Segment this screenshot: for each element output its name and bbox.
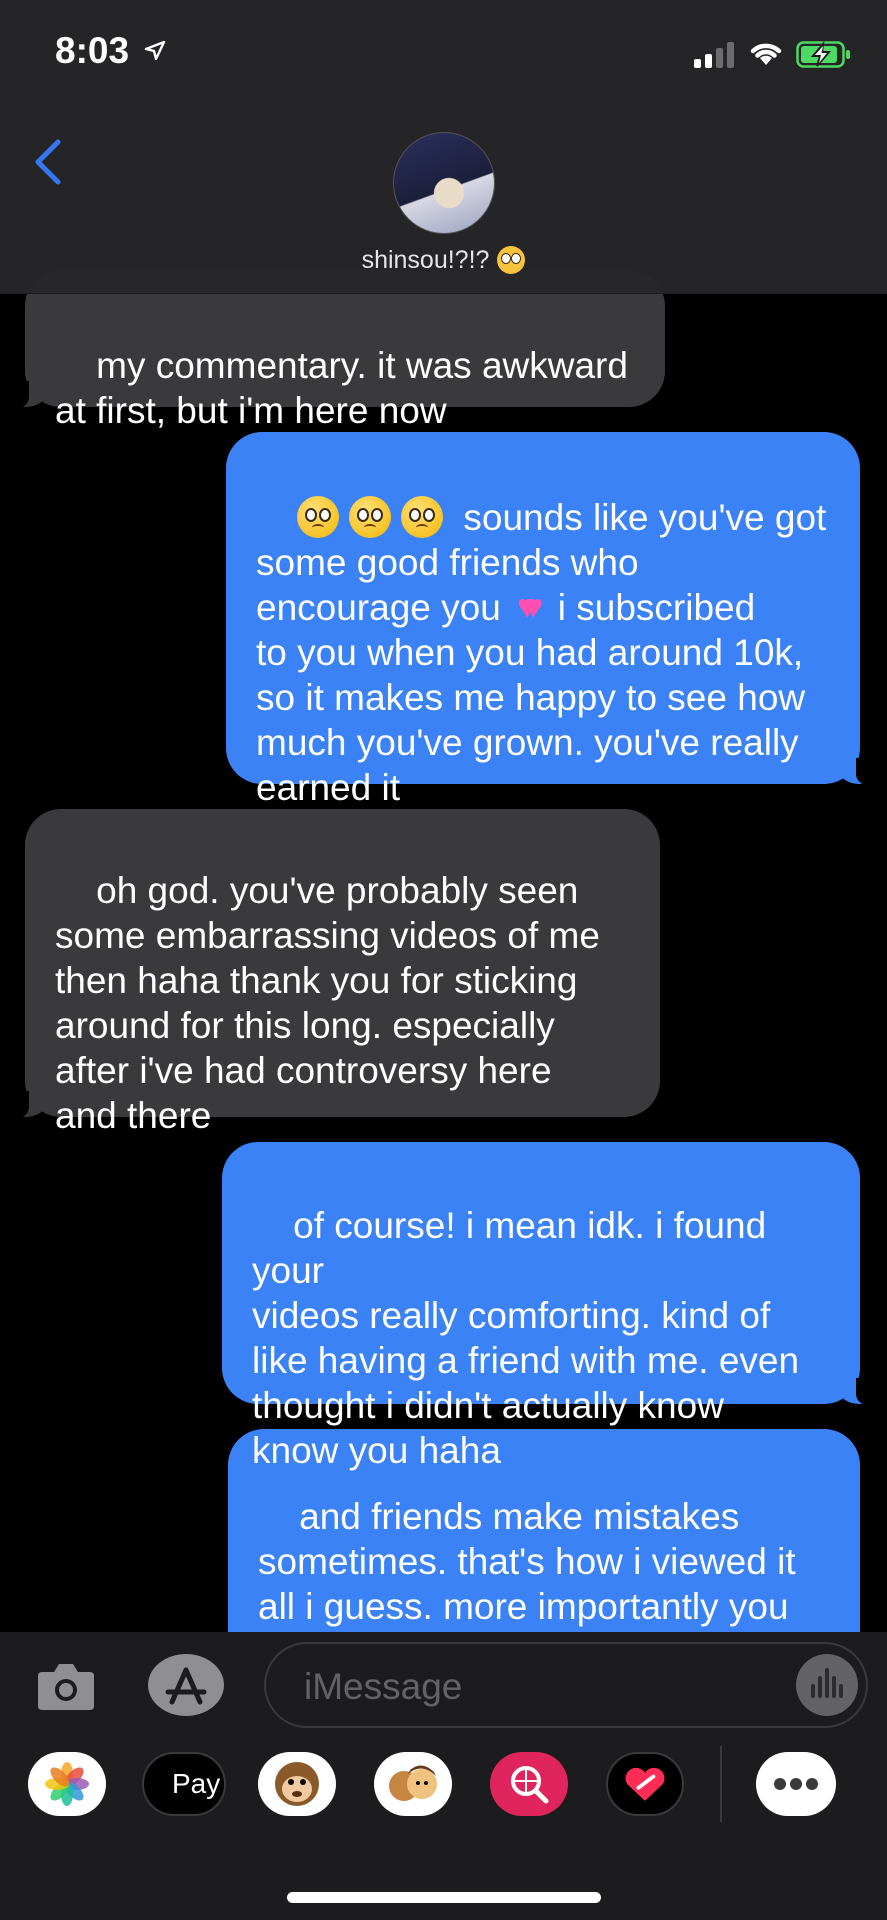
back-chevron-icon[interactable] [30,138,66,186]
app-drawer: Pay [0,1746,887,1848]
app-store-icon[interactable] [148,1654,224,1716]
message-text: and friends make mistakes sometimes. tha… [258,1496,796,1632]
contact-name-text: shinsou!?!? [361,246,490,274]
message-text: oh god. you've probably seen some embarr… [55,870,600,1136]
audio-waveform-icon[interactable] [796,1654,858,1716]
message-text: sounds like you've got some good friends… [256,496,826,808]
apple-pay-icon[interactable]: Pay [142,1752,226,1816]
web-search-icon[interactable] [490,1752,568,1816]
contact-name[interactable]: shinsou!?!? [0,246,887,275]
sent-message[interactable]: sounds like you've got some good friends… [226,432,878,808]
received-message[interactable]: oh god. you've probably seen some embarr… [7,809,660,1136]
camera-icon[interactable] [36,1658,96,1714]
pleading-face-emoji-icon [349,496,392,538]
memoji-icon[interactable] [374,1752,452,1816]
message-text: my commentary. it was awkward at first, … [55,345,628,431]
two-hearts-emoji-icon: ♥♥ [517,588,544,626]
status-time: 8:03 [55,30,130,71]
sent-message[interactable]: of course! i mean idk. i found your vide… [222,1142,878,1471]
pleading-face-emoji-icon [401,496,444,538]
pleading-face-emoji-icon [297,496,340,538]
app-drawer-divider [720,1746,722,1822]
conversation-header: 8:03 shinsou!?!? [0,0,887,294]
flushed-face-emoji-icon [497,246,526,274]
compose-bar: Pay [0,1632,887,1920]
photos-app-icon[interactable] [28,1752,106,1816]
battery-charging-icon [796,41,850,68]
imessage-field[interactable] [264,1642,868,1728]
location-arrow-icon [144,40,166,61]
wifi-icon [750,43,782,65]
message-input[interactable] [302,1658,766,1716]
home-indicator[interactable] [287,1892,601,1903]
contact-avatar[interactable] [393,132,495,234]
apple-pay-label: Pay [172,1768,221,1799]
digital-touch-icon[interactable] [606,1752,684,1816]
animoji-icon[interactable] [258,1752,336,1816]
signal-icon [694,42,736,68]
more-icon[interactable] [756,1752,836,1816]
